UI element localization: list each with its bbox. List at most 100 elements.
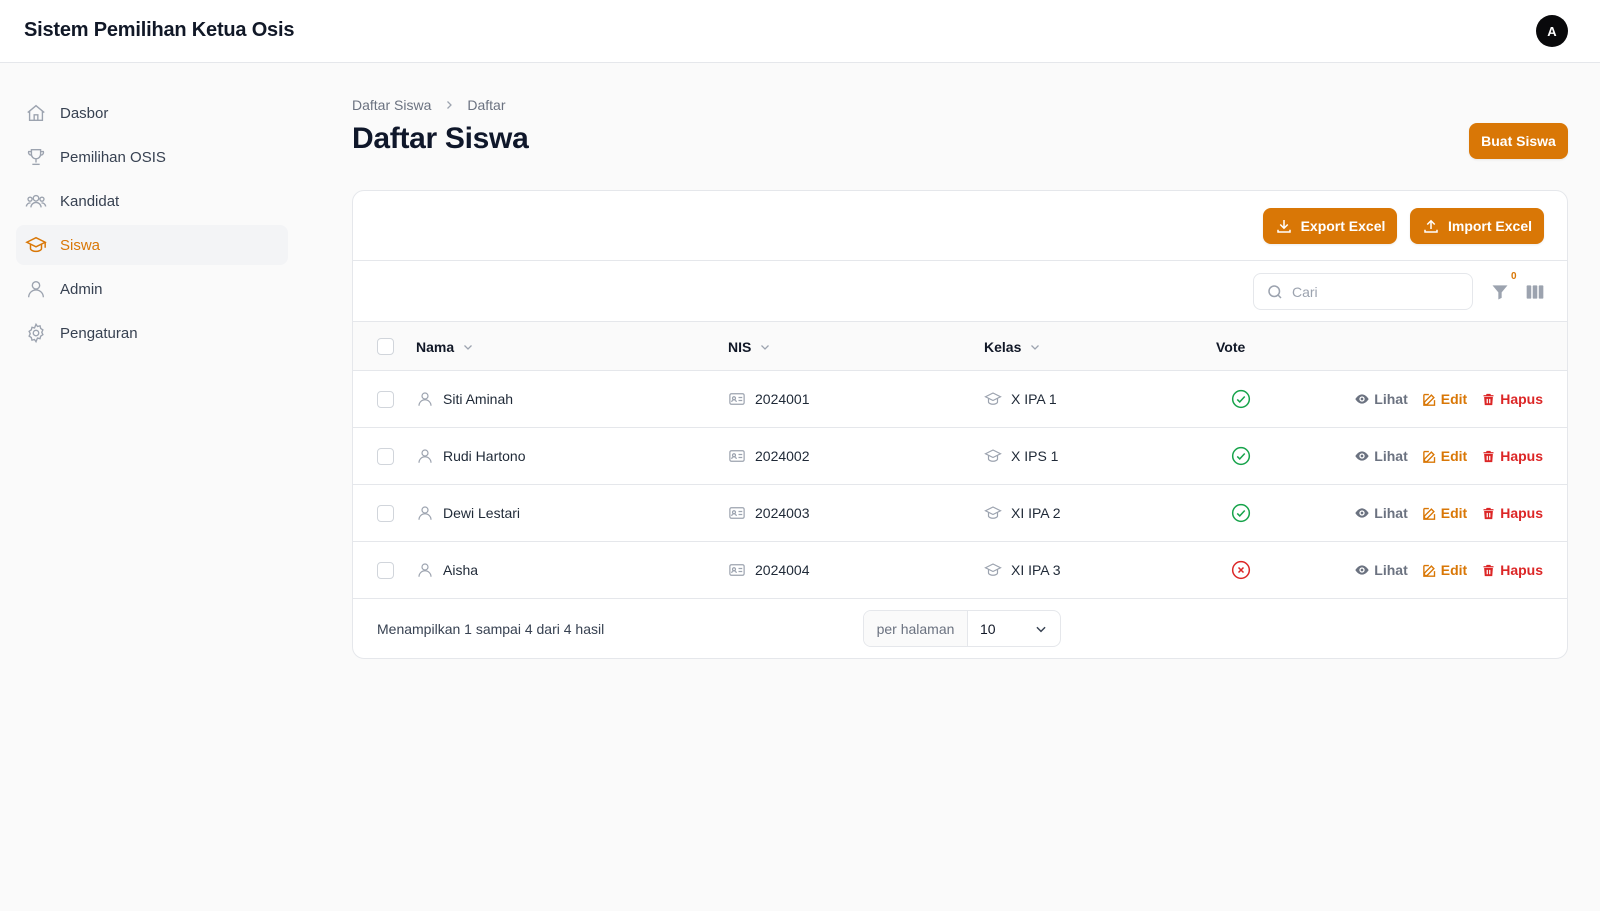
row-actions: Lihat Edit Hapus xyxy=(1340,371,1543,427)
graduation-cap-icon xyxy=(24,233,48,257)
row-checkbox[interactable] xyxy=(377,448,394,465)
sidebar-item-label: Kandidat xyxy=(60,192,120,210)
edit-label: Edit xyxy=(1440,448,1468,464)
nis-cell: 2024003 xyxy=(728,485,810,541)
student-kelas: X IPA 1 xyxy=(1011,391,1057,407)
row-checkbox[interactable] xyxy=(377,562,394,579)
pencil-square-icon xyxy=(1422,507,1435,520)
student-kelas: X IPS 1 xyxy=(1011,448,1059,464)
sidebar-item-siswa[interactable]: Siswa xyxy=(16,225,288,265)
row-actions: Lihat Edit Hapus xyxy=(1340,485,1543,541)
export-excel-label: Export Excel xyxy=(1300,218,1386,234)
card-header: Export Excel Import Excel xyxy=(353,191,1567,261)
delete-button[interactable]: Hapus xyxy=(1481,505,1543,521)
edit-button[interactable]: Edit xyxy=(1422,505,1467,521)
user-avatar[interactable]: A xyxy=(1536,15,1568,47)
create-student-button[interactable]: Buat Siswa xyxy=(1469,123,1568,159)
user-icon xyxy=(416,561,434,579)
filter-icon[interactable] xyxy=(1489,281,1511,303)
view-label: Lihat xyxy=(1374,391,1408,407)
nis-cell: 2024004 xyxy=(728,542,810,598)
export-excel-button[interactable]: Export Excel xyxy=(1263,208,1397,244)
column-header-nama[interactable]: Nama xyxy=(416,322,474,371)
name-cell: Rudi Hartono xyxy=(416,428,526,484)
kelas-cell: XI IPA 2 xyxy=(984,485,1061,541)
sidebar-item-label: Siswa xyxy=(60,236,101,254)
trophy-icon xyxy=(24,145,48,169)
view-button[interactable]: Lihat xyxy=(1354,448,1408,464)
eye-icon xyxy=(1355,508,1369,518)
graduation-cap-icon xyxy=(984,447,1002,465)
app-title[interactable]: Sistem Pemilihan Ketua Osis xyxy=(24,19,294,42)
users-group-icon xyxy=(24,189,48,213)
sidebar-item-admin[interactable]: Admin xyxy=(16,269,288,309)
columns-icon[interactable] xyxy=(1524,281,1546,303)
sidebar-item-pemilihan-osis[interactable]: Pemilihan OSIS xyxy=(16,137,288,177)
edit-button[interactable]: Edit xyxy=(1422,562,1467,578)
import-excel-button[interactable]: Import Excel xyxy=(1410,208,1544,244)
row-actions: Lihat Edit Hapus xyxy=(1340,542,1543,598)
search-box[interactable] xyxy=(1253,273,1473,310)
student-name: Dewi Lestari xyxy=(443,505,521,521)
view-label: Lihat xyxy=(1374,505,1408,521)
edit-label: Edit xyxy=(1440,505,1468,521)
delete-button[interactable]: Hapus xyxy=(1481,391,1543,407)
student-kelas: XI IPA 2 xyxy=(1011,505,1061,521)
user-icon xyxy=(416,504,434,522)
chevron-down-icon xyxy=(759,341,771,353)
student-nis: 2024001 xyxy=(755,391,810,407)
sidebar-item-kandidat[interactable]: Kandidat xyxy=(16,181,288,221)
chevron-right-icon xyxy=(443,99,455,111)
row-checkbox[interactable] xyxy=(377,505,394,522)
graduation-cap-icon xyxy=(984,504,1002,522)
column-header-nis[interactable]: NIS xyxy=(728,322,771,371)
sidebar-item-label: Pemilihan OSIS xyxy=(60,148,166,166)
edit-label: Edit xyxy=(1440,562,1468,578)
x-circle-icon xyxy=(1231,560,1251,580)
filter-count-badge: 0 xyxy=(1511,271,1517,282)
student-nis: 2024003 xyxy=(755,505,810,521)
column-header-label: Kelas xyxy=(984,338,1022,355)
check-circle-icon xyxy=(1231,389,1251,409)
eye-icon xyxy=(1355,565,1369,575)
student-nis: 2024002 xyxy=(755,448,810,464)
user-icon xyxy=(416,390,434,408)
sidebar-item-pengaturan[interactable]: Pengaturan xyxy=(16,313,288,353)
view-button[interactable]: Lihat xyxy=(1354,391,1408,407)
sidebar-item-label: Admin xyxy=(60,280,103,298)
check-circle-icon xyxy=(1231,446,1251,466)
student-kelas: XI IPA 3 xyxy=(1011,562,1061,578)
sidebar: Dasbor Pemilihan OSIS Kandidat Siswa Adm… xyxy=(16,93,288,357)
column-header-kelas[interactable]: Kelas xyxy=(984,322,1041,371)
sidebar-item-label: Pengaturan xyxy=(60,324,138,342)
chevron-down-icon xyxy=(1036,626,1046,632)
pencil-square-icon xyxy=(1422,564,1435,577)
delete-label: Hapus xyxy=(1500,562,1543,578)
sidebar-item-dasbor[interactable]: Dasbor xyxy=(16,93,288,133)
delete-button[interactable]: Hapus xyxy=(1481,448,1543,464)
user-icon xyxy=(416,447,434,465)
result-summary: Menampilkan 1 sampai 4 dari 4 hasil xyxy=(377,621,605,637)
search-input[interactable] xyxy=(1292,283,1452,300)
trash-icon xyxy=(1483,507,1494,519)
select-all-checkbox[interactable] xyxy=(377,338,394,355)
check-circle-icon xyxy=(1231,503,1251,523)
per-page-dropdown[interactable]: 10 xyxy=(968,611,1060,646)
edit-label: Edit xyxy=(1440,391,1468,407)
view-button[interactable]: Lihat xyxy=(1354,505,1408,521)
per-page-value: 10 xyxy=(980,620,996,637)
per-page-select[interactable]: per halaman 10 xyxy=(863,610,1061,647)
breadcrumb-parent[interactable]: Daftar Siswa xyxy=(352,97,431,113)
student-name: Siti Aminah xyxy=(443,391,514,407)
view-button[interactable]: Lihat xyxy=(1354,562,1408,578)
trash-icon xyxy=(1483,564,1494,576)
gear-icon xyxy=(24,321,48,345)
edit-button[interactable]: Edit xyxy=(1422,448,1467,464)
row-checkbox[interactable] xyxy=(377,391,394,408)
delete-button[interactable]: Hapus xyxy=(1481,562,1543,578)
row-actions: Lihat Edit Hapus xyxy=(1340,428,1543,484)
edit-button[interactable]: Edit xyxy=(1422,391,1467,407)
import-excel-label: Import Excel xyxy=(1447,218,1533,234)
eye-icon xyxy=(1355,451,1369,461)
student-name: Rudi Hartono xyxy=(443,448,526,464)
